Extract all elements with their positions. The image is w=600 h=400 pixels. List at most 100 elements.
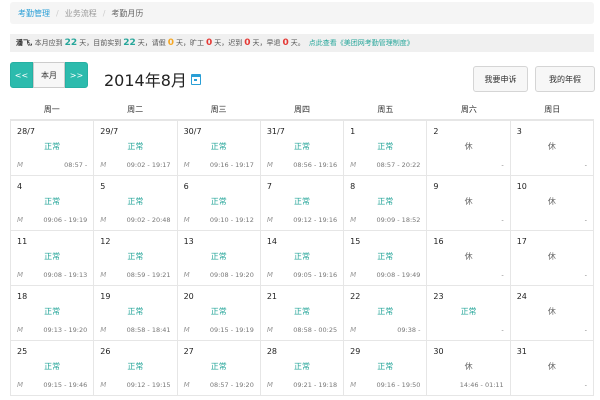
day-status: 休	[464, 362, 473, 371]
day-mark: M	[183, 326, 190, 334]
day-status: 休	[547, 197, 556, 206]
day-clock-times: -	[584, 381, 587, 389]
calendar-day-cell[interactable]: 10 休 -	[510, 176, 594, 231]
summary-text: 天，请假	[137, 39, 166, 47]
calendar-day-cell[interactable]: 25 正常 M 09:15 - 19:46	[11, 341, 95, 396]
calendar-icon[interactable]	[190, 73, 201, 85]
day-date: 26	[100, 347, 111, 356]
calendar-day-cell[interactable]: 4 正常 M 09:06 - 19:19	[11, 176, 95, 231]
day-date: 18	[17, 292, 28, 301]
calendar-day-cell[interactable]: 15 正常 M 09:08 - 19:49	[344, 231, 428, 286]
month-title: 2014年8月	[104, 67, 201, 91]
day-status: 正常	[210, 142, 227, 151]
day-clock-times: 09:21 - 19:18	[293, 381, 338, 389]
calendar-day-cell[interactable]: 28/7 正常 M 08:57 -	[11, 121, 95, 176]
calendar-day-cell[interactable]: 30/7 正常 M 09:16 - 19:17	[177, 121, 261, 176]
day-status: 休	[547, 307, 556, 316]
calendar-day-cell[interactable]: 9 休 -	[427, 176, 511, 231]
calendar-day-cell[interactable]: 8 正常 M 09:09 - 18:52	[344, 176, 428, 231]
day-clock-times: -	[584, 271, 587, 279]
day-clock-times: 09:06 - 19:19	[43, 216, 88, 224]
calendar-day-cell[interactable]: 7 正常 M 09:12 - 19:16	[260, 176, 345, 231]
calendar-day-cell[interactable]: 20 正常 M 09:15 - 19:19	[177, 286, 261, 341]
day-clock-times: 08:59 - 19:21	[126, 271, 171, 279]
calendar-day-cell[interactable]: 1 正常 M 08:57 - 20:22	[344, 121, 428, 176]
calendar-day-cell[interactable]: 21 正常 M 08:58 - 00:25	[260, 286, 345, 341]
day-date: 23	[433, 292, 444, 301]
calendar-day-cell[interactable]: 3 休 -	[510, 121, 594, 176]
calendar-day-cell[interactable]: 6 正常 M 09:10 - 19:12	[177, 176, 261, 231]
day-mark: M	[183, 161, 190, 169]
day-status: 休	[547, 362, 556, 371]
day-status: 休	[547, 142, 556, 151]
current-month-button[interactable]: 本月	[33, 62, 65, 88]
attendance-policy-link[interactable]: 点此查看《美团网考勤管理制度》	[309, 38, 414, 48]
calendar-day-cell[interactable]: 18 正常 M 09:13 - 19:20	[11, 286, 95, 341]
attendance-calendar: 周一 周二 周三 周四 周五 周六 周日 28/7 正常 M 08:57 - 29/7 正常 M 09:0…	[10, 100, 594, 396]
day-mark: M	[266, 216, 273, 224]
day-clock-times: 09:15 - 19:46	[43, 381, 88, 389]
day-status: 正常	[127, 252, 144, 261]
day-status: 正常	[127, 307, 144, 316]
day-mark: M	[100, 326, 107, 334]
day-date: 28	[266, 347, 278, 356]
day-mark: M	[17, 161, 24, 169]
day-clock-times: 09:05 - 19:16	[293, 271, 338, 279]
calendar-day-cell[interactable]: 31/7 正常 M 08:56 - 19:16	[260, 121, 345, 176]
day-date: 19	[100, 292, 111, 301]
calendar-day-cell[interactable]: 23 正常 -	[427, 286, 511, 341]
breadcrumb-separator: /	[56, 8, 59, 18]
calendar-day-cell[interactable]: 26 正常 M 09:12 - 19:15	[94, 341, 178, 396]
day-date: 16	[433, 237, 444, 246]
day-status: 正常	[293, 142, 310, 151]
due-days-count: 22	[64, 38, 78, 48]
calendar-day-cell[interactable]: 19 正常 M 08:58 - 18:41	[94, 286, 178, 341]
annual-leave-button[interactable]: 我的年假	[535, 66, 595, 92]
weekday-label: 周一	[10, 100, 94, 120]
attendance-summary: 潘飞, 本月应到 22 天，目前实到 22 天，请假 0 天，旷工 0 天，迟到…	[10, 34, 594, 52]
calendar-day-cell[interactable]: 28 正常 M 09:21 - 19:18	[260, 341, 345, 396]
weekday-header: 周一 周二 周三 周四 周五 周六 周日	[10, 100, 594, 120]
day-date: 30/7	[183, 127, 202, 136]
calendar-day-cell[interactable]: 14 正常 M 09:05 - 19:16	[260, 231, 345, 286]
day-status: 正常	[293, 197, 310, 206]
next-month-button[interactable]: >>	[65, 62, 88, 88]
calendar-day-cell[interactable]: 29 正常 M 09:16 - 19:50	[344, 341, 428, 396]
calendar-day-cell[interactable]: 22 正常 M 09:38 -	[344, 286, 428, 341]
calendar-day-cell[interactable]: 5 正常 M 09:02 - 20:48	[94, 176, 178, 231]
summary-text: 本月应到	[34, 39, 63, 47]
day-status: 正常	[460, 307, 477, 316]
day-date: 29	[350, 347, 361, 356]
calendar-day-cell[interactable]: 31 休 -	[510, 341, 594, 396]
day-status: 正常	[293, 362, 310, 371]
breadcrumb-workflow[interactable]: 业务流程	[65, 8, 97, 19]
calendar-day-cell[interactable]: 27 正常 M 08:57 - 19:20	[177, 341, 261, 396]
calendar-day-cell[interactable]: 16 休 -	[427, 231, 511, 286]
calendar-day-cell[interactable]: 2 休 -	[427, 121, 511, 176]
breadcrumb-attendance-link[interactable]: 考勤管理	[18, 8, 50, 19]
calendar-day-cell[interactable]: 29/7 正常 M 09:02 - 19:17	[94, 121, 178, 176]
day-mark: M	[17, 381, 24, 389]
calendar-day-cell[interactable]: 11 正常 M 09:08 - 19:13	[11, 231, 95, 286]
day-mark: M	[183, 271, 190, 279]
day-clock-times: 09:02 - 20:48	[126, 216, 171, 224]
day-mark: M	[100, 271, 107, 279]
calendar-day-cell[interactable]: 12 正常 M 08:59 - 19:21	[94, 231, 178, 286]
day-clock-times: -	[584, 216, 587, 224]
breadcrumb-separator: /	[102, 8, 106, 18]
day-status: 休	[547, 252, 556, 261]
day-clock-times: 09:12 - 19:16	[293, 216, 338, 224]
weekday-label: 周二	[93, 100, 177, 120]
previous-month-button[interactable]: <<	[10, 62, 33, 88]
day-date: 31/7	[266, 127, 285, 136]
calendar-day-cell[interactable]: 24 休 -	[510, 286, 594, 341]
day-clock-times: 09:16 - 19:17	[209, 161, 254, 169]
calendar-day-cell[interactable]: 13 正常 M 09:08 - 19:20	[177, 231, 261, 286]
day-status: 正常	[44, 252, 61, 261]
day-date: 11	[17, 237, 28, 246]
day-date: 21	[266, 292, 278, 301]
day-date: 8	[350, 182, 356, 191]
calendar-day-cell[interactable]: 17 休 -	[510, 231, 594, 286]
calendar-day-cell[interactable]: 30 休 14:46 - 01:11	[427, 341, 511, 396]
appeal-button[interactable]: 我要申诉	[473, 66, 528, 92]
